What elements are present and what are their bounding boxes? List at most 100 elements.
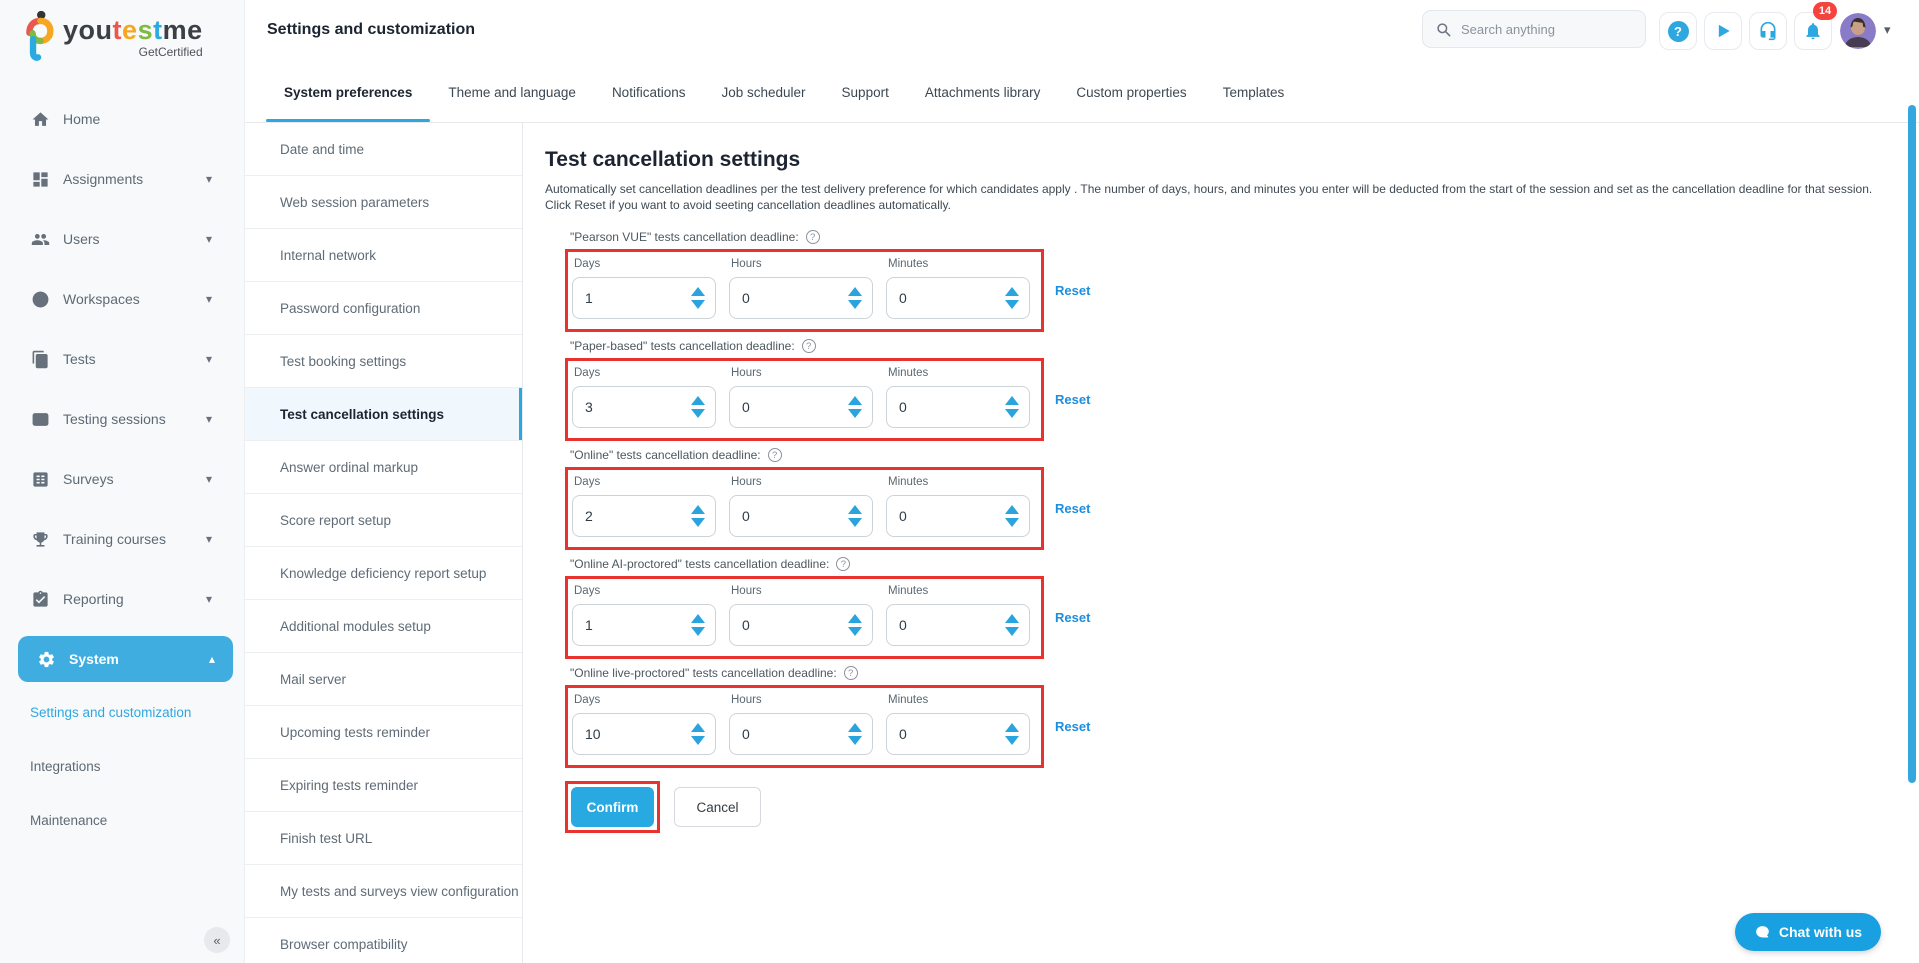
reset-link[interactable]: Reset <box>1055 610 1090 625</box>
avatar[interactable] <box>1840 13 1876 49</box>
hours-input[interactable] <box>742 508 812 524</box>
tab-theme-and-language[interactable]: Theme and language <box>430 62 594 122</box>
tab-job-scheduler[interactable]: Job scheduler <box>703 62 823 122</box>
search-box[interactable] <box>1422 10 1646 48</box>
sidebar-item-assignments[interactable]: Assignments ▾ <box>0 155 245 203</box>
tab-system-preferences[interactable]: System preferences <box>266 62 430 122</box>
spin-up-button[interactable] <box>691 287 705 296</box>
spin-up-button[interactable] <box>691 396 705 405</box>
sidebar-subitem-maintenance[interactable]: Maintenance <box>30 813 107 828</box>
sidebar-item-users[interactable]: Users ▾ <box>0 215 245 263</box>
tutorial-play-button[interactable] <box>1704 12 1742 50</box>
menu-item-internal-network[interactable]: Internal network <box>245 229 522 282</box>
chat-with-us-button[interactable]: Chat with us <box>1735 913 1881 951</box>
spin-up-button[interactable] <box>848 287 862 296</box>
confirm-button[interactable]: Confirm <box>571 787 654 827</box>
help-circle-icon[interactable]: ? <box>844 666 858 680</box>
help-circle-icon[interactable]: ? <box>768 448 782 462</box>
spin-down-button[interactable] <box>848 518 862 527</box>
spin-up-button[interactable] <box>1005 723 1019 732</box>
minutes-input[interactable] <box>899 508 969 524</box>
scrollbar-thumb[interactable] <box>1908 105 1916 783</box>
days-input[interactable] <box>585 617 655 633</box>
reset-link[interactable]: Reset <box>1055 392 1090 407</box>
menu-item-additional-modules-setup[interactable]: Additional modules setup <box>245 600 522 653</box>
search-input[interactable] <box>1461 22 1631 37</box>
help-circle-icon[interactable]: ? <box>806 230 820 244</box>
days-input[interactable] <box>585 290 655 306</box>
minutes-input[interactable] <box>899 617 969 633</box>
menu-item-test-cancellation-settings[interactable]: Test cancellation settings <box>245 388 522 441</box>
sidebar-item-tests[interactable]: Tests ▾ <box>0 335 245 383</box>
minutes-input[interactable] <box>899 290 969 306</box>
sidebar-item-home[interactable]: Home <box>0 95 245 143</box>
menu-item-finish-test-url[interactable]: Finish test URL <box>245 812 522 865</box>
sidebar-item-workspaces[interactable]: Workspaces ▾ <box>0 275 245 323</box>
sidebar-item-system[interactable]: System ▴ <box>18 636 233 682</box>
spin-down-button[interactable] <box>1005 627 1019 636</box>
menu-item-web-session-parameters[interactable]: Web session parameters <box>245 176 522 229</box>
tab-notifications[interactable]: Notifications <box>594 62 704 122</box>
spin-down-button[interactable] <box>1005 300 1019 309</box>
spin-up-button[interactable] <box>1005 614 1019 623</box>
minutes-input[interactable] <box>899 399 969 415</box>
spin-down-button[interactable] <box>848 300 862 309</box>
spin-up-button[interactable] <box>1005 287 1019 296</box>
days-input[interactable] <box>585 508 655 524</box>
menu-item-my-tests-and-surveys-view-configuration[interactable]: My tests and surveys view configuration <box>245 865 522 918</box>
reset-link[interactable]: Reset <box>1055 719 1090 734</box>
minutes-input[interactable] <box>899 726 969 742</box>
tab-templates[interactable]: Templates <box>1205 62 1303 122</box>
sidebar-subitem-settings-and-customization[interactable]: Settings and customization <box>30 705 191 720</box>
spin-up-button[interactable] <box>848 505 862 514</box>
tab-custom-properties[interactable]: Custom properties <box>1058 62 1204 122</box>
sidebar-item-testing-sessions[interactable]: Testing sessions ▾ <box>0 395 245 443</box>
menu-item-knowledge-deficiency-report-setup[interactable]: Knowledge deficiency report setup <box>245 547 522 600</box>
menu-item-password-configuration[interactable]: Password configuration <box>245 282 522 335</box>
sidebar-collapse-button[interactable]: « <box>204 927 230 953</box>
spin-down-button[interactable] <box>848 409 862 418</box>
spin-up-button[interactable] <box>848 396 862 405</box>
menu-item-answer-ordinal-markup[interactable]: Answer ordinal markup <box>245 441 522 494</box>
spin-up-button[interactable] <box>691 723 705 732</box>
menu-item-browser-compatibility[interactable]: Browser compatibility <box>245 918 522 963</box>
hours-input[interactable] <box>742 617 812 633</box>
sidebar-item-surveys[interactable]: Surveys ▾ <box>0 455 245 503</box>
app-logo[interactable]: youtestme GetCertified <box>22 10 203 66</box>
spin-up-button[interactable] <box>848 614 862 623</box>
hours-input[interactable] <box>742 726 812 742</box>
menu-item-upcoming-tests-reminder[interactable]: Upcoming tests reminder <box>245 706 522 759</box>
spin-up-button[interactable] <box>1005 396 1019 405</box>
spin-down-button[interactable] <box>691 409 705 418</box>
spin-down-button[interactable] <box>1005 409 1019 418</box>
hours-input[interactable] <box>742 399 812 415</box>
spin-down-button[interactable] <box>691 736 705 745</box>
tab-support[interactable]: Support <box>824 62 907 122</box>
menu-item-score-report-setup[interactable]: Score report setup <box>245 494 522 547</box>
help-circle-icon[interactable]: ? <box>802 339 816 353</box>
days-input[interactable] <box>585 726 655 742</box>
menu-item-expiring-tests-reminder[interactable]: Expiring tests reminder <box>245 759 522 812</box>
spin-down-button[interactable] <box>691 518 705 527</box>
menu-item-mail-server[interactable]: Mail server <box>245 653 522 706</box>
spin-down-button[interactable] <box>848 736 862 745</box>
sidebar-item-training-courses[interactable]: Training courses ▾ <box>0 515 245 563</box>
help-button[interactable]: ? <box>1659 12 1697 50</box>
spin-up-button[interactable] <box>1005 505 1019 514</box>
days-input[interactable] <box>585 399 655 415</box>
sidebar-subitem-integrations[interactable]: Integrations <box>30 759 101 774</box>
sidebar-item-reporting[interactable]: Reporting ▾ <box>0 575 245 623</box>
cancel-button[interactable]: Cancel <box>674 787 761 827</box>
spin-down-button[interactable] <box>848 627 862 636</box>
profile-chevron-down-icon[interactable]: ▾ <box>1884 22 1891 38</box>
menu-item-test-booking-settings[interactable]: Test booking settings <box>245 335 522 388</box>
spin-down-button[interactable] <box>691 300 705 309</box>
hours-input[interactable] <box>742 290 812 306</box>
spin-down-button[interactable] <box>691 627 705 636</box>
spin-down-button[interactable] <box>1005 736 1019 745</box>
spin-up-button[interactable] <box>691 505 705 514</box>
help-circle-icon[interactable]: ? <box>836 557 850 571</box>
spin-up-button[interactable] <box>691 614 705 623</box>
reset-link[interactable]: Reset <box>1055 283 1090 298</box>
support-button[interactable] <box>1749 12 1787 50</box>
